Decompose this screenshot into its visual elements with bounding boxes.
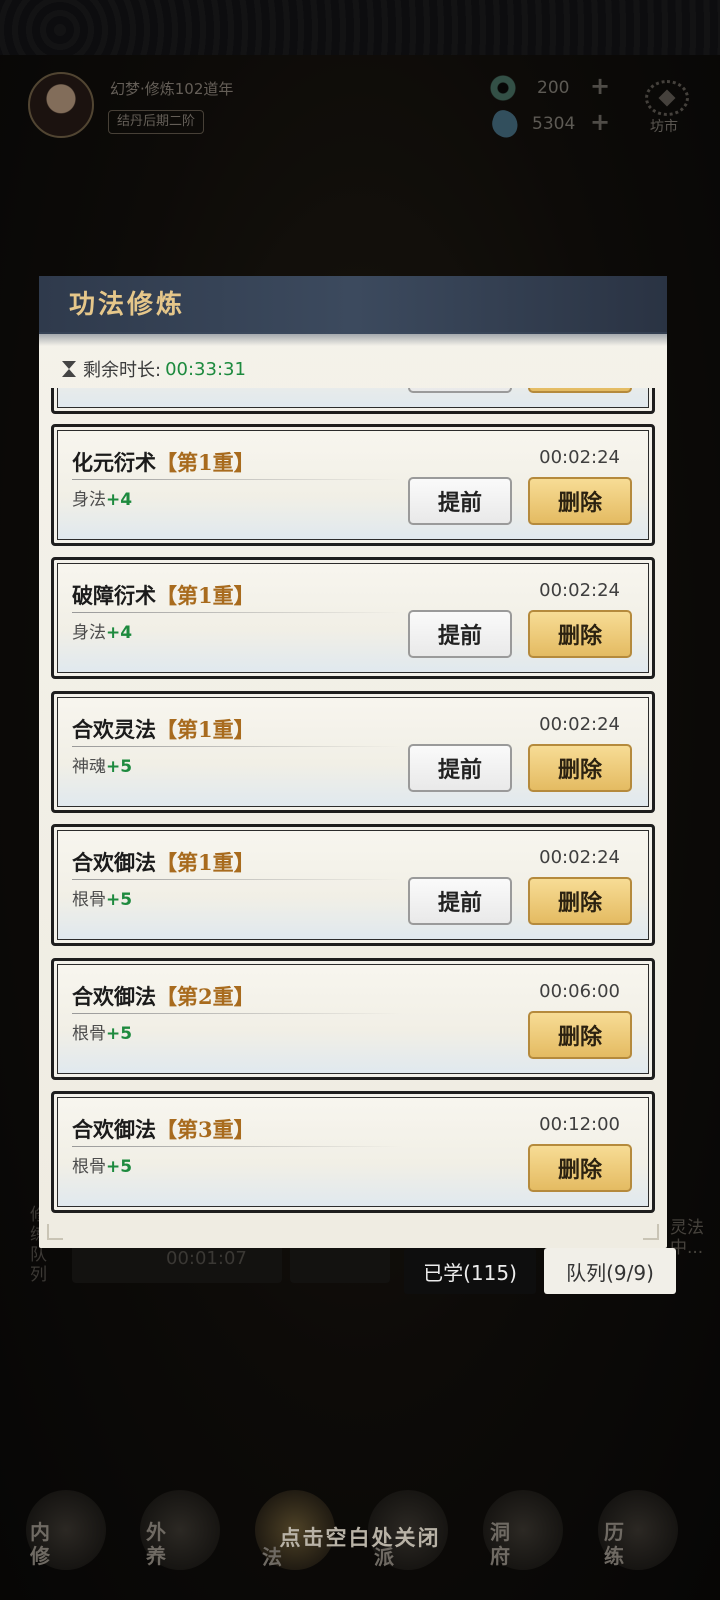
close-hint: 点击空白处关闭 [279,1526,441,1550]
stat-bonus: +5 [106,890,133,910]
list-item: 合欢灵法【第1重】 00:02:24 神魂+5 提前 删除 [51,691,655,813]
technique-time: 00:02:24 [539,447,620,468]
technique-level: 【第1重】 [156,583,255,608]
queue-list[interactable]: 化元衍术【第1重】 00:02:24 身法+4 提前 删除 破障衍术【第1重】 … [39,388,667,1223]
technique-time: 00:02:24 [539,580,620,601]
hourglass-icon [61,359,77,379]
advance-button[interactable]: 提前 [408,477,512,525]
technique-stat: 神魂+5 [72,757,133,777]
delete-button[interactable] [528,388,632,393]
remaining-value: 00:33:31 [165,358,246,380]
divider [72,746,402,747]
technique-stat: 根骨+5 [72,1157,133,1177]
technique-name: 破障衍术【第1重】 [72,583,255,608]
delete-button[interactable]: 删除 [528,1144,632,1192]
technique-stat: 身法+4 [72,623,133,643]
technique-level: 【第3重】 [156,1117,255,1142]
remaining-label: 剩余时长: [83,360,162,381]
technique-stat: 身法+4 [72,490,133,510]
divider [72,612,402,613]
modal-header: 功法修炼 [39,276,667,346]
divider [72,1146,402,1147]
advance-button[interactable]: 提前 [408,610,512,658]
divider [72,479,402,480]
technique-name: 合欢御法【第1重】 [72,850,255,875]
technique-name: 合欢御法【第3重】 [72,1117,255,1142]
list-item [51,388,655,414]
technique-level: 【第1重】 [156,850,255,875]
list-item: 合欢御法【第1重】 00:02:24 根骨+5 提前 删除 [51,824,655,946]
list-item: 破障衍术【第1重】 00:02:24 身法+4 提前 删除 [51,557,655,679]
list-item: 合欢御法【第2重】 00:06:00 根骨+5 删除 [51,958,655,1080]
stat-bonus: +5 [106,1157,133,1177]
technique-level: 【第1重】 [156,450,255,475]
modal-title: 功法修炼 [69,290,186,320]
technique-time: 00:02:24 [539,847,620,868]
corner-decor [47,1224,63,1240]
delete-button[interactable]: 删除 [528,610,632,658]
delete-button[interactable]: 删除 [528,477,632,525]
stat-bonus: +5 [106,1024,133,1044]
divider [72,879,402,880]
advance-button[interactable]: 提前 [408,877,512,925]
technique-name: 合欢御法【第2重】 [72,984,255,1009]
corner-decor [643,1224,659,1240]
technique-stat: 根骨+5 [72,890,133,910]
advance-button[interactable] [408,388,512,393]
delete-button[interactable]: 删除 [528,1011,632,1059]
technique-level: 【第2重】 [156,984,255,1009]
stat-bonus: +4 [106,623,133,643]
technique-name: 合欢灵法【第1重】 [72,717,255,742]
technique-time: 00:02:24 [539,714,620,735]
advance-button[interactable]: 提前 [408,744,512,792]
tab-learned[interactable]: 已学(115) [404,1248,536,1294]
technique-level: 【第1重】 [156,717,255,742]
remaining-time-row: 剩余时长: 00:33:31 [61,356,246,382]
cultivation-modal: 功法修炼 剩余时长: 00:33:31 化元衍术【第1重】 00:02:24 身… [39,276,667,1248]
tab-queue[interactable]: 队列(9/9) [544,1248,676,1294]
stat-bonus: +5 [106,757,133,777]
list-item: 合欢御法【第3重】 00:12:00 根骨+5 删除 [51,1091,655,1213]
technique-time: 00:12:00 [539,1114,620,1135]
divider [72,1013,402,1014]
technique-time: 00:06:00 [539,981,620,1002]
list-item: 化元衍术【第1重】 00:02:24 身法+4 提前 删除 [51,424,655,546]
delete-button[interactable]: 删除 [528,877,632,925]
technique-stat: 根骨+5 [72,1024,133,1044]
stat-bonus: +4 [106,490,133,510]
delete-button[interactable]: 删除 [528,744,632,792]
technique-name: 化元衍术【第1重】 [72,450,255,475]
